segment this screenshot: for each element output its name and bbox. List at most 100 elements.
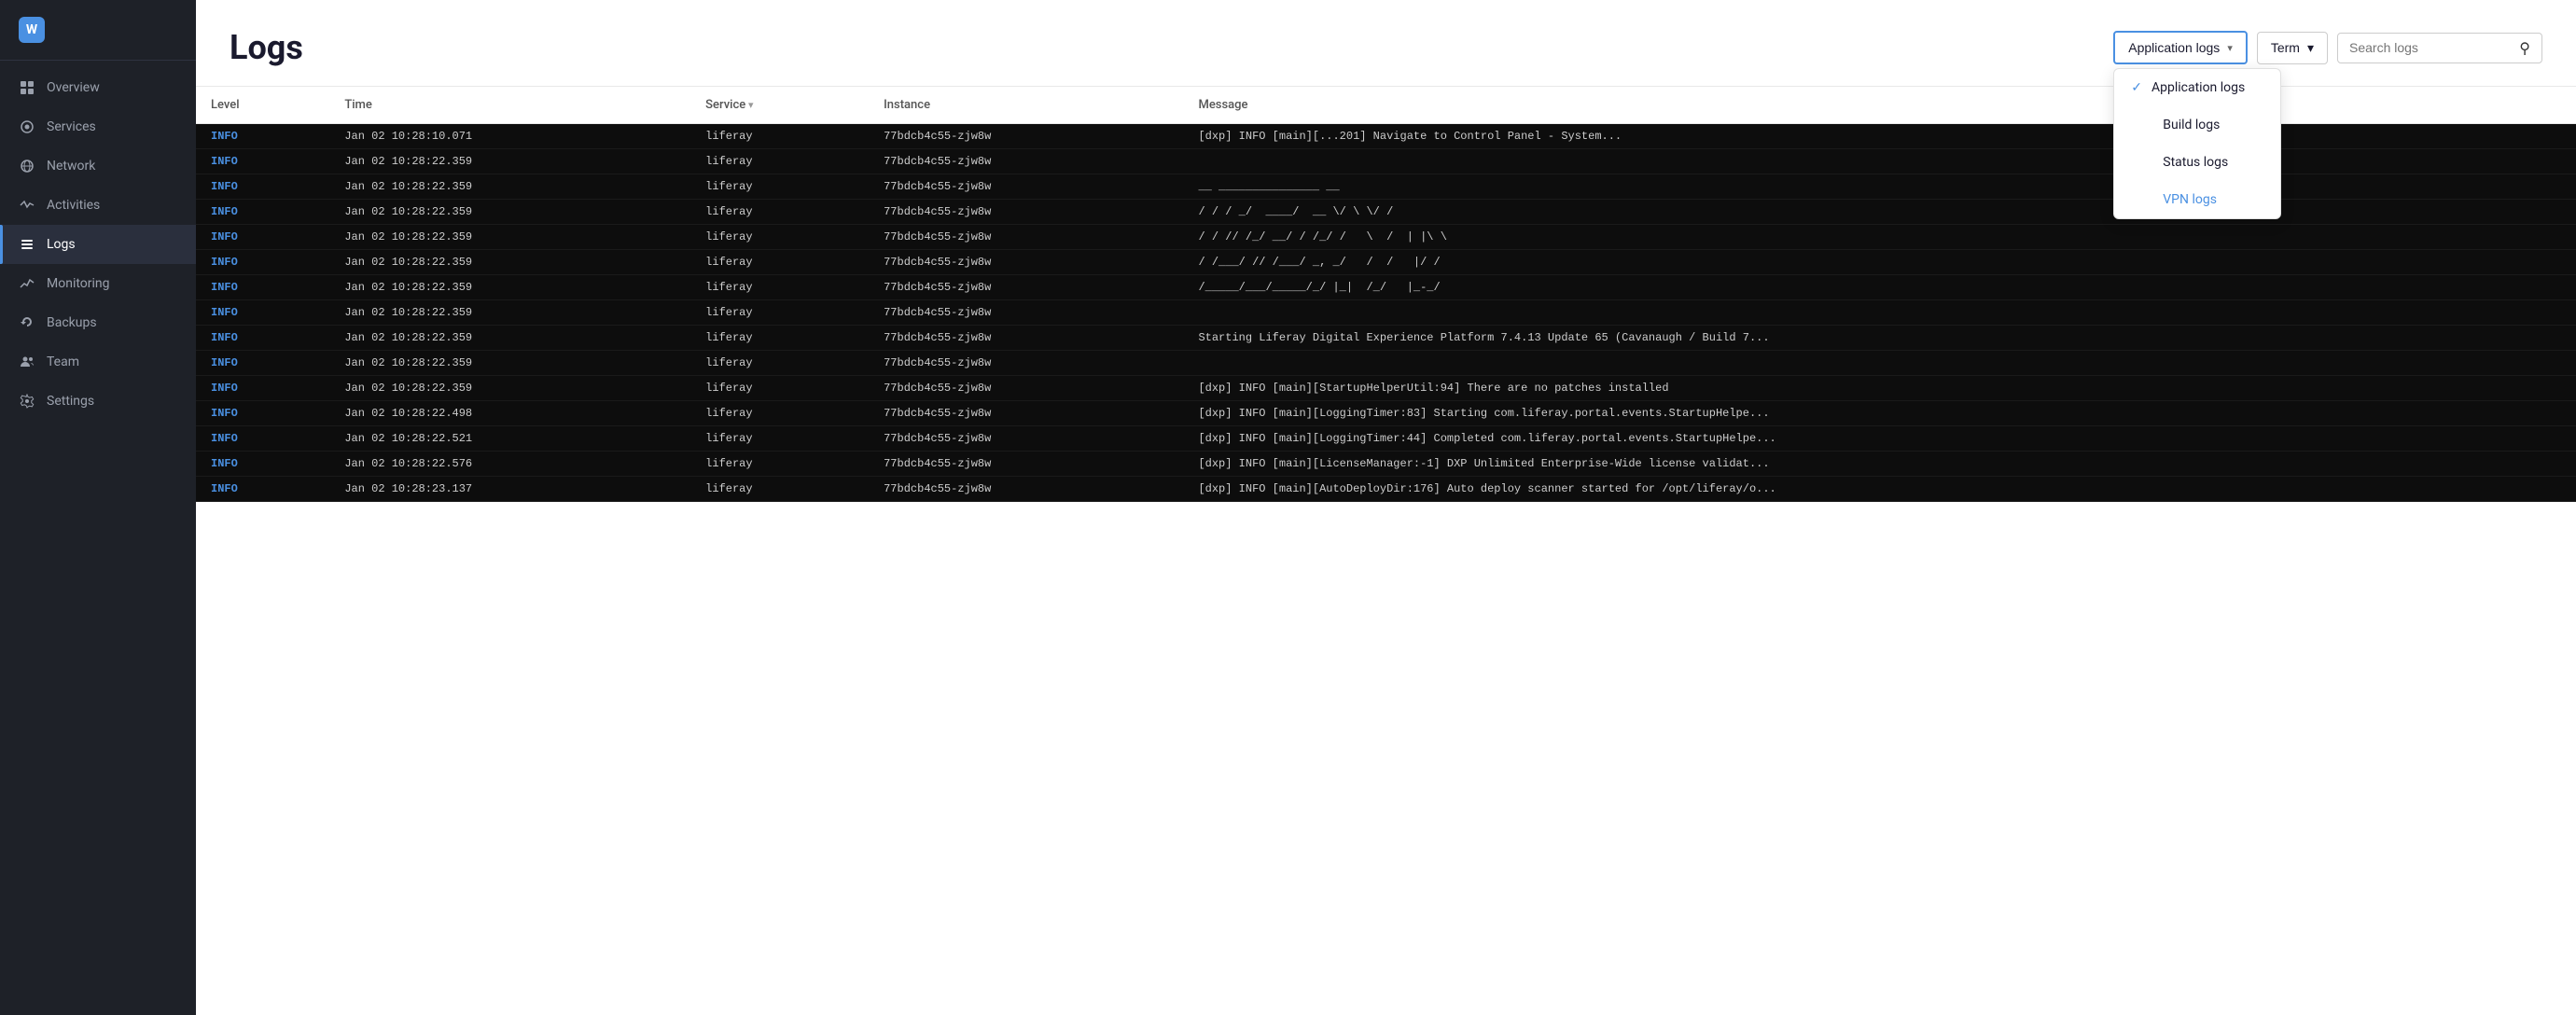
table-row: INFOJan 02 10:28:22.521liferay77bdcb4c55… <box>196 426 2576 452</box>
cell-time: Jan 02 10:28:22.359 <box>329 250 690 275</box>
sidebar-item-label-logs: Logs <box>47 237 76 252</box>
cell-instance: 77bdcb4c55-zjw8w <box>869 200 1183 225</box>
cell-service: liferay <box>690 376 869 401</box>
logo-icon: W <box>19 17 45 43</box>
cell-time: Jan 02 10:28:10.071 <box>329 124 690 149</box>
cell-message: __ _______________ __ <box>1183 174 2576 200</box>
logs-icon <box>19 236 35 253</box>
sidebar: W Overview Services Network Activities Logs M… <box>0 0 196 1015</box>
cell-level: INFO <box>196 225 329 250</box>
sidebar-item-logs[interactable]: Logs <box>0 225 196 264</box>
cell-message: [dxp] INFO [main][LoggingTimer:83] Start… <box>1183 401 2576 426</box>
cell-time: Jan 02 10:28:22.576 <box>329 452 690 477</box>
cell-level: INFO <box>196 376 329 401</box>
sidebar-item-label-services: Services <box>47 119 96 134</box>
sidebar-item-label-overview: Overview <box>47 80 100 95</box>
dropdown-item-label-status-logs: Status logs <box>2163 155 2228 170</box>
col-header-message: Message <box>1183 87 2576 124</box>
table-row: INFOJan 02 10:28:22.359liferay77bdcb4c55… <box>196 275 2576 300</box>
cell-service: liferay <box>690 401 869 426</box>
cell-time: Jan 02 10:28:23.137 <box>329 477 690 502</box>
cell-message: [dxp] INFO [main][...201] Navigate to Co… <box>1183 124 2576 149</box>
cell-service: liferay <box>690 452 869 477</box>
table-row: INFOJan 02 10:28:22.359liferay77bdcb4c55… <box>196 351 2576 376</box>
sidebar-item-settings[interactable]: Settings <box>0 382 196 421</box>
sidebar-item-label-backups: Backups <box>47 315 97 330</box>
cell-service: liferay <box>690 225 869 250</box>
log-type-dropdown-menu: ✓Application logs Build logs Status logs VP… <box>2113 68 2281 219</box>
app-logo: W <box>0 0 196 61</box>
cell-time: Jan 02 10:28:22.498 <box>329 401 690 426</box>
col-label-level: Level <box>211 98 240 112</box>
cell-service: liferay <box>690 426 869 452</box>
cell-time: Jan 02 10:28:22.359 <box>329 326 690 351</box>
sidebar-navigation: Overview Services Network Activities Logs Mon… <box>0 68 196 421</box>
sidebar-item-team[interactable]: Team <box>0 342 196 382</box>
cell-level: INFO <box>196 351 329 376</box>
dropdown-item-status-logs[interactable]: Status logs <box>2114 144 2280 181</box>
header-controls: Application logs ▾ ✓Application logsBuil… <box>2113 31 2542 64</box>
sidebar-item-backups[interactable]: Backups <box>0 303 196 342</box>
sidebar-item-network[interactable]: Network <box>0 146 196 186</box>
sidebar-item-label-network: Network <box>47 159 95 174</box>
term-dropdown-button[interactable]: Term ▾ <box>2257 32 2328 64</box>
cell-level: INFO <box>196 275 329 300</box>
dropdown-items-container: ✓Application logs Build logs Status logs VP… <box>2114 69 2280 218</box>
sidebar-item-services[interactable]: Services <box>0 107 196 146</box>
cell-instance: 77bdcb4c55-zjw8w <box>869 351 1183 376</box>
cell-instance: 77bdcb4c55-zjw8w <box>869 275 1183 300</box>
cell-level: INFO <box>196 452 329 477</box>
cell-time: Jan 02 10:28:22.359 <box>329 351 690 376</box>
cell-instance: 77bdcb4c55-zjw8w <box>869 477 1183 502</box>
sidebar-item-monitoring[interactable]: Monitoring <box>0 264 196 303</box>
table-row: INFOJan 02 10:28:22.498liferay77bdcb4c55… <box>196 401 2576 426</box>
cell-message: [dxp] INFO [main][StartupHelperUtil:94] … <box>1183 376 2576 401</box>
main-content: Logs Application logs ▾ ✓Application log… <box>196 0 2576 1015</box>
cell-service: liferay <box>690 200 869 225</box>
cell-time: Jan 02 10:28:22.359 <box>329 149 690 174</box>
cell-service: liferay <box>690 174 869 200</box>
cell-message: [dxp] INFO [main][LicenseManager:-1] DXP… <box>1183 452 2576 477</box>
cell-service: liferay <box>690 124 869 149</box>
cell-message <box>1183 351 2576 376</box>
cell-time: Jan 02 10:28:22.359 <box>329 174 690 200</box>
log-type-dropdown-button[interactable]: Application logs ▾ <box>2113 31 2248 64</box>
cell-instance: 77bdcb4c55-zjw8w <box>869 426 1183 452</box>
cell-level: INFO <box>196 174 329 200</box>
cell-time: Jan 02 10:28:22.359 <box>329 376 690 401</box>
col-header-instance: Instance <box>869 87 1183 124</box>
dropdown-item-vpn-logs[interactable]: VPN logs <box>2114 181 2280 218</box>
cell-time: Jan 02 10:28:22.359 <box>329 275 690 300</box>
table-row: INFOJan 02 10:28:22.359liferay77bdcb4c55… <box>196 376 2576 401</box>
term-label: Term <box>2271 40 2300 55</box>
cell-time: Jan 02 10:28:22.359 <box>329 200 690 225</box>
cell-message <box>1183 300 2576 326</box>
sidebar-item-activities[interactable]: Activities <box>0 186 196 225</box>
cell-instance: 77bdcb4c55-zjw8w <box>869 225 1183 250</box>
cell-message: / /___/ // /___/ _, _/ / / |/ / <box>1183 250 2576 275</box>
cell-instance: 77bdcb4c55-zjw8w <box>869 300 1183 326</box>
page-header: Logs Application logs ▾ ✓Application log… <box>196 0 2576 87</box>
cell-level: INFO <box>196 200 329 225</box>
cell-instance: 77bdcb4c55-zjw8w <box>869 174 1183 200</box>
col-label-message: Message <box>1198 98 1247 112</box>
cell-message: Starting Liferay Digital Experience Plat… <box>1183 326 2576 351</box>
cell-time: Jan 02 10:28:22.521 <box>329 426 690 452</box>
sidebar-item-label-activities: Activities <box>47 198 100 213</box>
cell-instance: 77bdcb4c55-zjw8w <box>869 401 1183 426</box>
sidebar-item-overview[interactable]: Overview <box>0 68 196 107</box>
table-row: INFOJan 02 10:28:22.576liferay77bdcb4c55… <box>196 452 2576 477</box>
cell-service: liferay <box>690 351 869 376</box>
search-input[interactable] <box>2349 40 2512 55</box>
cell-instance: 77bdcb4c55-zjw8w <box>869 250 1183 275</box>
cell-service: liferay <box>690 149 869 174</box>
term-chevron-icon: ▾ <box>2307 40 2314 56</box>
dropdown-item-label-build-logs: Build logs <box>2163 118 2220 132</box>
col-header-service[interactable]: Service ▾ <box>690 87 869 124</box>
chevron-down-icon: ▾ <box>2227 42 2233 54</box>
dropdown-item-application-logs[interactable]: ✓Application logs <box>2114 69 2280 106</box>
network-icon <box>19 158 35 174</box>
settings-icon <box>19 393 35 410</box>
log-type-label: Application logs <box>2128 40 2220 55</box>
dropdown-item-build-logs[interactable]: Build logs <box>2114 106 2280 144</box>
